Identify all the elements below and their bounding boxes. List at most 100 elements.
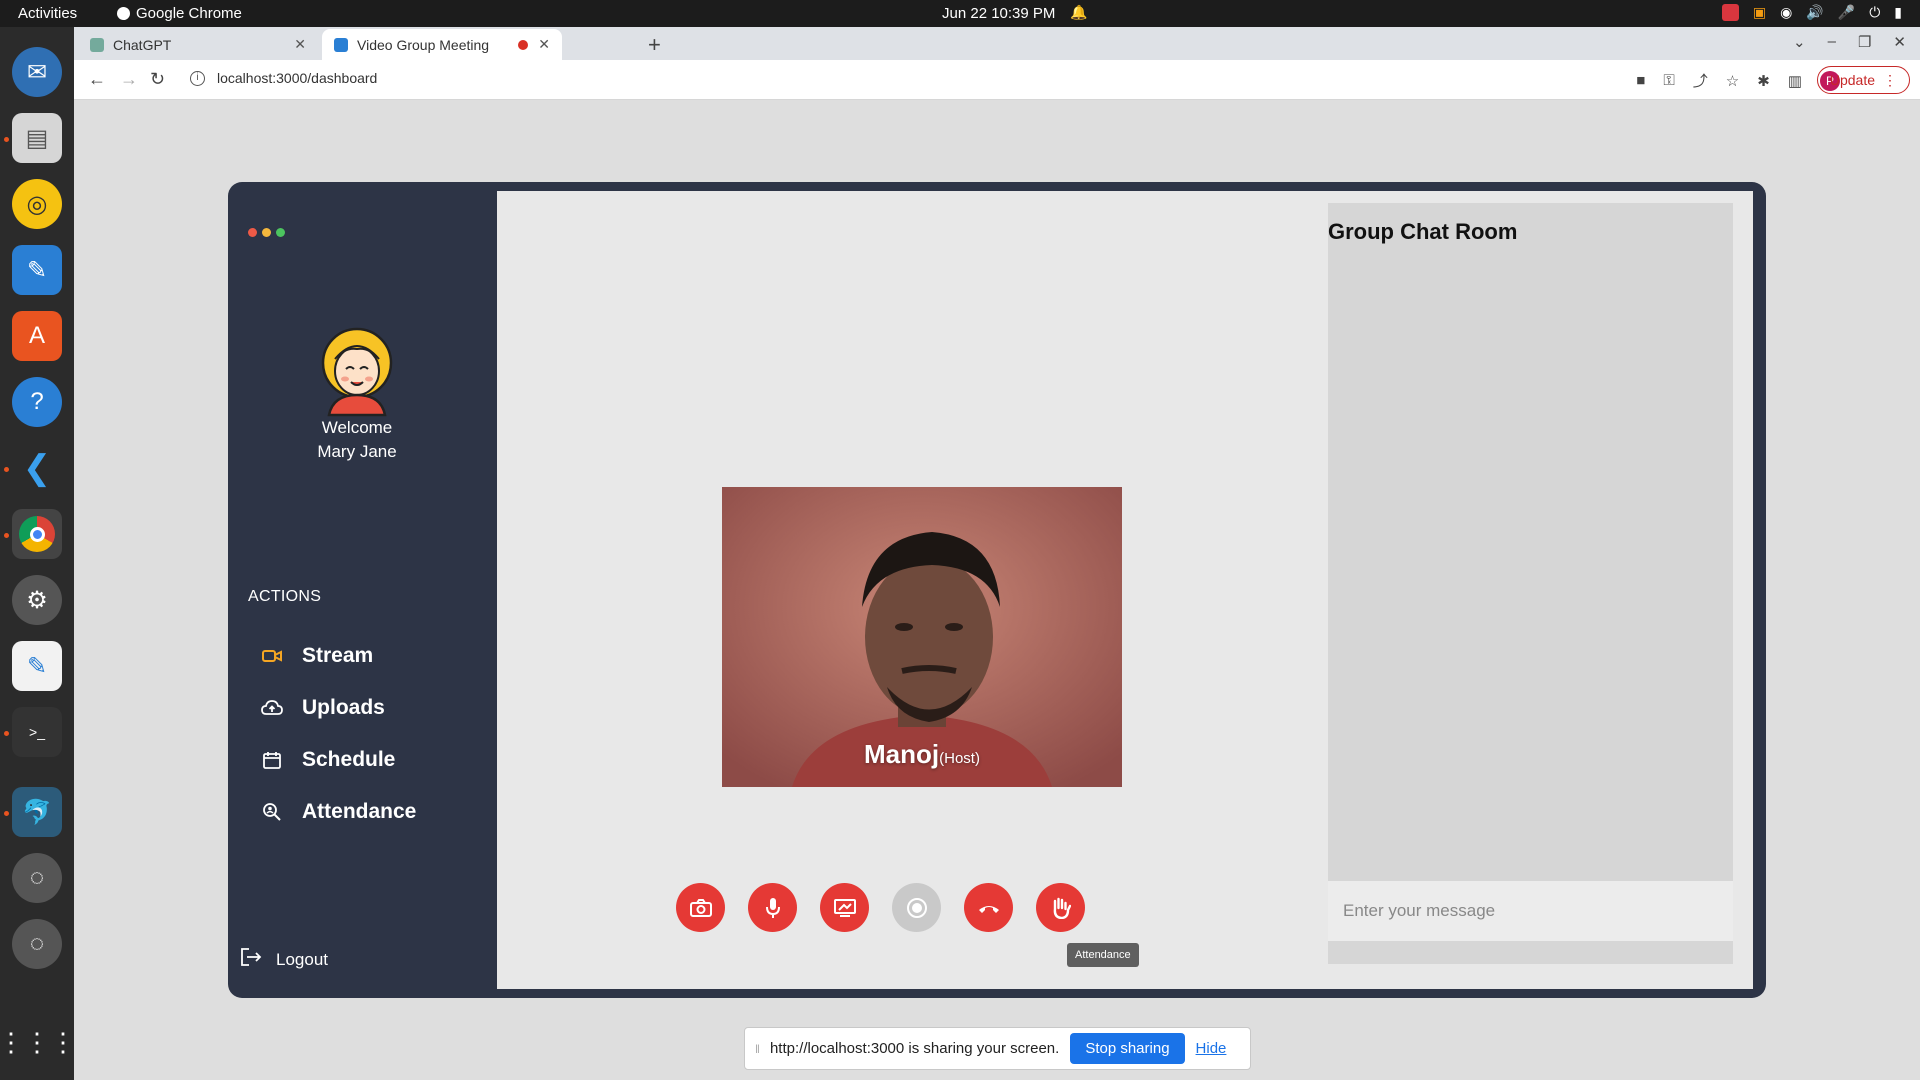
- screen-share-button[interactable]: [820, 883, 869, 932]
- actions-heading: ACTIONS: [248, 588, 322, 605]
- nav-label: Stream: [302, 644, 374, 667]
- attendance-button[interactable]: [1036, 883, 1085, 932]
- tab-strip: ChatGPT ✕ Video Group Meeting ✕ + ⌄ – ❐ …: [74, 27, 1920, 60]
- apps-grid-icon[interactable]: ⋮⋮⋮: [0, 1017, 76, 1067]
- terminal-icon[interactable]: >_: [12, 707, 62, 757]
- drag-handle-icon[interactable]: ‖: [755, 1042, 760, 1056]
- chat-message-input[interactable]: [1328, 881, 1733, 941]
- nav-schedule[interactable]: Schedule: [260, 748, 395, 772]
- address-bar[interactable]: i localhost:3000/dashboard: [190, 70, 377, 86]
- share-icon[interactable]: ⤴: [1693, 70, 1708, 91]
- clock[interactable]: Jun 22 10:39 PM: [942, 5, 1055, 22]
- video-camera-icon: [260, 644, 284, 668]
- hide-link[interactable]: Hide: [1196, 1040, 1227, 1057]
- sharing-message: http://localhost:3000 is sharing your sc…: [769, 1040, 1060, 1057]
- user-name: Mary Jane: [317, 442, 397, 461]
- chatgpt-favicon-icon: [90, 37, 104, 52]
- volume-icon[interactable]: 🔊: [1806, 4, 1823, 21]
- video-tile: Manoj(Host): [722, 487, 1122, 787]
- attendance-search-icon: [260, 800, 284, 824]
- welcome-line: Welcome: [321, 418, 393, 437]
- files-icon[interactable]: ▤: [12, 113, 62, 163]
- thunderbird-icon[interactable]: ✉: [12, 47, 62, 97]
- dock: ✉ ▤ ◎ ✎ A ? ❮ ⚙ ✎ >_ 🐬 ◌ ◌ ⋮⋮⋮: [0, 27, 76, 1080]
- site-info-icon[interactable]: i: [190, 70, 205, 86]
- back-icon[interactable]: ←: [88, 69, 106, 90]
- camera-in-use-icon[interactable]: ■: [1636, 72, 1645, 89]
- wifi-icon[interactable]: ◉: [1780, 4, 1792, 21]
- logout-icon: [240, 947, 262, 972]
- user-avatar: [321, 327, 393, 417]
- screen-share-icon: [833, 898, 856, 917]
- participant-role: (Host): [939, 750, 980, 767]
- record-button[interactable]: [892, 883, 941, 932]
- update-button[interactable]: Update ⋮: [1816, 66, 1910, 94]
- tab-title: Video Group Meeting: [357, 36, 490, 53]
- focused-app-name: Google Chrome: [136, 5, 242, 22]
- microphone-icon[interactable]: 🎤: [1838, 4, 1855, 21]
- tab-video-group-meeting[interactable]: Video Group Meeting ✕: [322, 29, 562, 60]
- chrome-icon[interactable]: [12, 509, 62, 559]
- chat-panel: Group Chat Room: [1328, 203, 1733, 964]
- key-icon[interactable]: ⚿: [1663, 72, 1674, 89]
- minimize-icon[interactable]: –: [1828, 33, 1836, 51]
- nav-label: Uploads: [302, 696, 385, 719]
- side-panel-icon[interactable]: ▥: [1788, 72, 1802, 90]
- mysql-workbench-icon[interactable]: 🐬: [12, 787, 62, 837]
- tab-chatgpt[interactable]: ChatGPT ✕: [78, 29, 318, 60]
- logout-label: Logout: [276, 949, 328, 969]
- nav-label: Schedule: [302, 748, 396, 771]
- close-tab-icon[interactable]: ✕: [538, 36, 550, 53]
- cloud-upload-icon: [260, 696, 284, 720]
- nav-stream[interactable]: Stream: [260, 644, 373, 668]
- stop-sharing-button[interactable]: Stop sharing: [1070, 1033, 1185, 1064]
- forward-icon[interactable]: →: [120, 69, 138, 90]
- power-icon[interactable]: ⏻: [1869, 4, 1880, 21]
- more-menu-icon[interactable]: ⋮: [1883, 72, 1897, 89]
- recording-dot-icon: [518, 39, 528, 50]
- help-icon[interactable]: ?: [12, 377, 62, 427]
- calendar-icon: [260, 748, 284, 772]
- end-call-button[interactable]: [964, 883, 1013, 932]
- tab-title: ChatGPT: [113, 36, 172, 53]
- participant-name: Manoj(Host): [722, 739, 1122, 770]
- rhythmbox-icon[interactable]: ◎: [12, 179, 62, 229]
- nav-uploads[interactable]: Uploads: [260, 696, 385, 720]
- settings-icon[interactable]: ⚙: [12, 575, 62, 625]
- text-editor-icon[interactable]: ✎: [12, 641, 62, 691]
- sidebar: Welcome Mary Jane ACTIONS Stream Uploads…: [228, 182, 497, 998]
- url-text: localhost:3000/dashboard: [217, 70, 378, 86]
- disk-icon[interactable]: ◌: [12, 853, 62, 903]
- logout-button[interactable]: Logout: [240, 947, 328, 972]
- notification-bell-icon[interactable]: 🔔: [1070, 4, 1087, 21]
- tab-search-icon[interactable]: ⌄: [1793, 33, 1806, 51]
- writer-icon[interactable]: ✎: [12, 245, 62, 295]
- close-tab-icon[interactable]: ✕: [294, 36, 306, 53]
- app-container: Welcome Mary Jane ACTIONS Stream Uploads…: [228, 182, 1766, 998]
- system-tray[interactable]: ▣ ◉ 🔊 🎤 ⏻ ▮: [1721, 4, 1902, 21]
- close-window-icon[interactable]: ✕: [1893, 33, 1906, 51]
- restore-icon[interactable]: ❐: [1858, 33, 1871, 51]
- extensions-icon[interactable]: ✱: [1757, 72, 1770, 90]
- hang-up-icon: [978, 905, 999, 913]
- camera-toggle-button[interactable]: [676, 883, 725, 932]
- bookmark-star-icon[interactable]: ☆: [1726, 72, 1739, 90]
- focused-app-menu[interactable]: Google Chrome: [117, 5, 242, 22]
- software-center-icon[interactable]: A: [12, 311, 62, 361]
- window-controls: ⌄ – ❐ ✕: [1793, 33, 1906, 51]
- camera-icon: [689, 898, 712, 917]
- microphone-toggle-button[interactable]: [748, 883, 797, 932]
- battery-icon[interactable]: ▮: [1894, 4, 1902, 21]
- disk-icon-2[interactable]: ◌: [12, 919, 62, 969]
- vscode-icon[interactable]: ❮: [12, 443, 62, 493]
- nav-label: Attendance: [302, 800, 417, 823]
- activities-button[interactable]: Activities: [18, 5, 77, 22]
- nav-attendance[interactable]: Attendance: [260, 800, 416, 824]
- welcome-text: Welcome Mary Jane: [228, 416, 486, 464]
- new-tab-button[interactable]: +: [648, 32, 661, 58]
- reload-icon[interactable]: ↻: [150, 69, 165, 90]
- microphone-icon: [765, 897, 780, 918]
- screencast-icon[interactable]: ▣: [1753, 4, 1766, 21]
- meeting-favicon-icon: [334, 37, 348, 52]
- screen-share-indicator-icon[interactable]: [1721, 4, 1739, 21]
